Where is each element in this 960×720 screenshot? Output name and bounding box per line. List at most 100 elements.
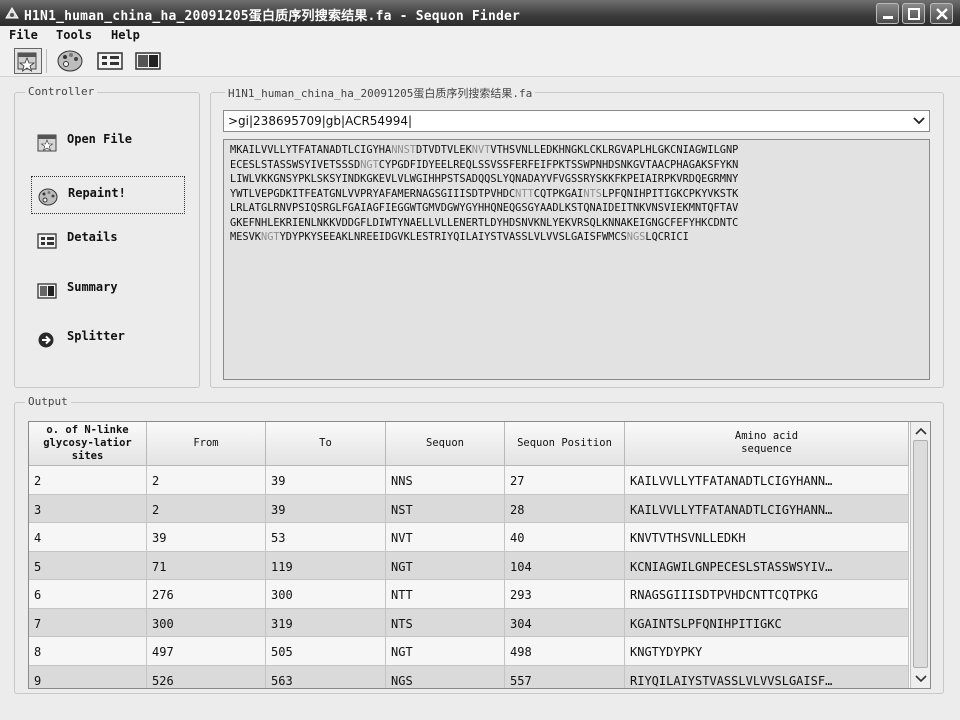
table-cell: 39 <box>266 494 386 523</box>
sequence-line: LIWLVKKGNSYPKLSKSYINDKGKEVLVLWGIHHPSTSAD… <box>230 173 738 185</box>
repaint-button[interactable]: Repaint! <box>31 176 185 214</box>
menu-tools[interactable]: Tools <box>56 28 92 42</box>
column-header-from[interactable]: From <box>147 422 266 466</box>
table-cell: 39 <box>266 466 386 495</box>
summary-label: Summary <box>67 280 118 294</box>
table-cell: 53 <box>266 523 386 552</box>
table-cell: NTT <box>386 580 505 609</box>
table-cell: RNAGSGIIISDTPVHDCNTTCQTPKG <box>625 580 909 609</box>
table-cell: NGT <box>386 637 505 666</box>
table-row[interactable]: 5 71 119 NGT 104 KCNIAGWILGNPECESLSTASSWSYIV… <box>29 551 909 580</box>
minimize-button[interactable] <box>876 3 899 24</box>
column-header-label: o. of N-linke glycosy-latior sites <box>43 424 132 462</box>
sequon-highlight: NTT <box>515 187 534 200</box>
toolbar-details-button[interactable] <box>96 48 124 74</box>
table-cell: 71 <box>147 551 266 580</box>
table-cell: 7 <box>29 608 147 637</box>
table-cell: NGS <box>386 665 505 688</box>
column-header-label: From <box>193 437 219 449</box>
toolbar-summary-button[interactable] <box>134 48 162 74</box>
table-cell: 8 <box>29 637 147 666</box>
sequence-line: GKEFNHLEKRIENLNKKVDDGFLDIWTYNAELLVLLENER… <box>230 217 738 229</box>
table-row[interactable]: 8 497 505 NGT 498 KNGTYDYPKY <box>29 637 909 666</box>
table-cell: 2 <box>147 494 266 523</box>
scrollbar-thumb[interactable] <box>913 440 928 668</box>
splitter-label: Splitter <box>67 329 125 343</box>
table-cell: 4 <box>29 523 147 552</box>
details-button[interactable]: Details <box>31 221 185 259</box>
table-cell: NGT <box>386 551 505 580</box>
open-file-button[interactable]: Open File <box>31 123 185 161</box>
maximize-button[interactable] <box>902 3 925 24</box>
table-cell: 2 <box>147 466 266 495</box>
vertical-scrollbar[interactable] <box>910 422 930 688</box>
column-header-to[interactable]: To <box>266 422 386 466</box>
table-cell: 5 <box>29 551 147 580</box>
column-header-sites[interactable]: o. of N-linke glycosy-latior sites <box>29 422 147 466</box>
table-cell: 39 <box>147 523 266 552</box>
table-cell: 119 <box>266 551 386 580</box>
table-row[interactable]: 2 2 39 NNS 27 KAILVVLLYTFATANADTLCIGYHANN… <box>29 466 909 495</box>
toolbar-open-file-button[interactable] <box>14 48 42 74</box>
table-cell: 304 <box>505 608 625 637</box>
sequon-highlight: NGT <box>360 158 379 171</box>
table-cell: 300 <box>147 608 266 637</box>
toolbar-separator <box>46 49 47 73</box>
table-cell: NTS <box>386 608 505 637</box>
title-bar[interactable]: H1N1_human_china_ha_20091205蛋白质序列搜索结果.fa… <box>0 0 960 26</box>
sequence-text: DTVDTVLEK <box>416 144 472 156</box>
sequence-text: LIWLVKKGNSYPKLSKSYINDKGKEVLVLWGIHHPSTSAD… <box>230 173 739 185</box>
table-cell: 505 <box>266 637 386 666</box>
column-header-amino-acid-sequence[interactable]: Amino acid sequence <box>625 422 909 466</box>
table-cell: NST <box>386 494 505 523</box>
table-row[interactable]: 7 300 319 NTS 304 KGAINTSLPFQNIHPITIGKC <box>29 608 909 637</box>
sequon-highlight: NVT <box>471 144 491 156</box>
table-cell: 28 <box>505 494 625 523</box>
scroll-up-icon[interactable] <box>912 424 930 438</box>
table-row[interactable]: 4 39 53 NVT 40 KNVTVTHSVNLLEDKH <box>29 523 909 552</box>
open-file-icon <box>17 52 37 72</box>
table-cell: 498 <box>505 637 625 666</box>
sequon-highlight: NGS <box>626 231 646 243</box>
sequon-highlight: NNST <box>391 144 416 156</box>
sequence-text: MKAILVVLLYTFATANADTLCIGYHA <box>230 144 392 156</box>
table-cell: 104 <box>505 551 625 580</box>
arrow-right-icon <box>38 332 54 348</box>
table-cell: 3 <box>29 494 147 523</box>
results-table: o. of N-linke glycosy-latior sites From To… <box>28 421 931 689</box>
sequence-text: LRLATGLRNVPSIQSRGLFGAIAGFIEGGWTGMVDGWYGY… <box>230 202 739 214</box>
sequence-select[interactable]: >gi|238695709|gb|ACR54994| <box>223 110 930 132</box>
menu-file[interactable]: File <box>9 28 38 42</box>
close-button[interactable] <box>930 3 953 24</box>
splitter-button[interactable]: Splitter <box>31 320 185 358</box>
sequence-text: YWTLVEPGDKITFEATGNLVVPRYAFAMERNAGSGIIISD… <box>230 187 516 200</box>
sequence-select-value: >gi|238695709|gb|ACR54994| <box>228 114 413 128</box>
column-header-sequon-position[interactable]: Sequon Position <box>505 422 625 466</box>
column-header-sequon[interactable]: Sequon <box>386 422 505 466</box>
output-panel: Output o. of N-linke glycosy-latior sites … <box>14 395 944 694</box>
open-file-label: Open File <box>67 132 133 146</box>
table-cell: NNS <box>386 466 505 495</box>
file-title: H1N1_human_china_ha_20091205蛋白质序列搜索结果.fa <box>225 85 536 101</box>
column-header-label: Sequon <box>426 437 464 449</box>
menu-help[interactable]: Help <box>111 28 140 42</box>
table-cell: 276 <box>147 580 266 609</box>
column-header-label: Sequon Position <box>517 437 612 449</box>
table-row[interactable]: 6 276 300 NTT 293 RNAGSGIIISDTPVHDCNTTCQTPKG <box>29 580 909 609</box>
toolbar-repaint-button[interactable] <box>56 48 84 74</box>
sequence-panel: H1N1_human_china_ha_20091205蛋白质序列搜索结果.fa… <box>210 85 944 388</box>
close-icon <box>936 8 948 20</box>
table-cell: 526 <box>147 665 266 688</box>
palette-icon <box>38 188 58 206</box>
sequence-text-area[interactable]: MKAILVVLLYTFATANADTLCIGYHANNSTDTVDTVLEKN… <box>223 139 930 380</box>
table-row[interactable]: 9 526 563 NGS 557 RIYQILAIYSTVASSLVLVVSLGAISF… <box>29 665 909 688</box>
table-row[interactable]: 3 2 39 NST 28 KAILVVLLYTFATANADTLCIGYHANN… <box>29 494 909 523</box>
maximize-icon <box>908 8 920 20</box>
window-title: H1N1_human_china_ha_20091205蛋白质序列搜索结果.fa… <box>24 9 521 24</box>
summary-button[interactable]: Summary <box>31 271 185 309</box>
scroll-down-icon[interactable] <box>912 672 930 686</box>
open-file-icon <box>37 134 57 152</box>
sequence-line: ECESLSTASSWSYIVETSSSDNGTCYPGDFIDYEELREQL… <box>230 159 738 171</box>
sequence-text: CQTPKGAI <box>533 187 584 200</box>
sequence-line: MESVKNGTYDYPKYSEEAKLNREEIDGVKLESTRIYQILA… <box>230 231 689 243</box>
